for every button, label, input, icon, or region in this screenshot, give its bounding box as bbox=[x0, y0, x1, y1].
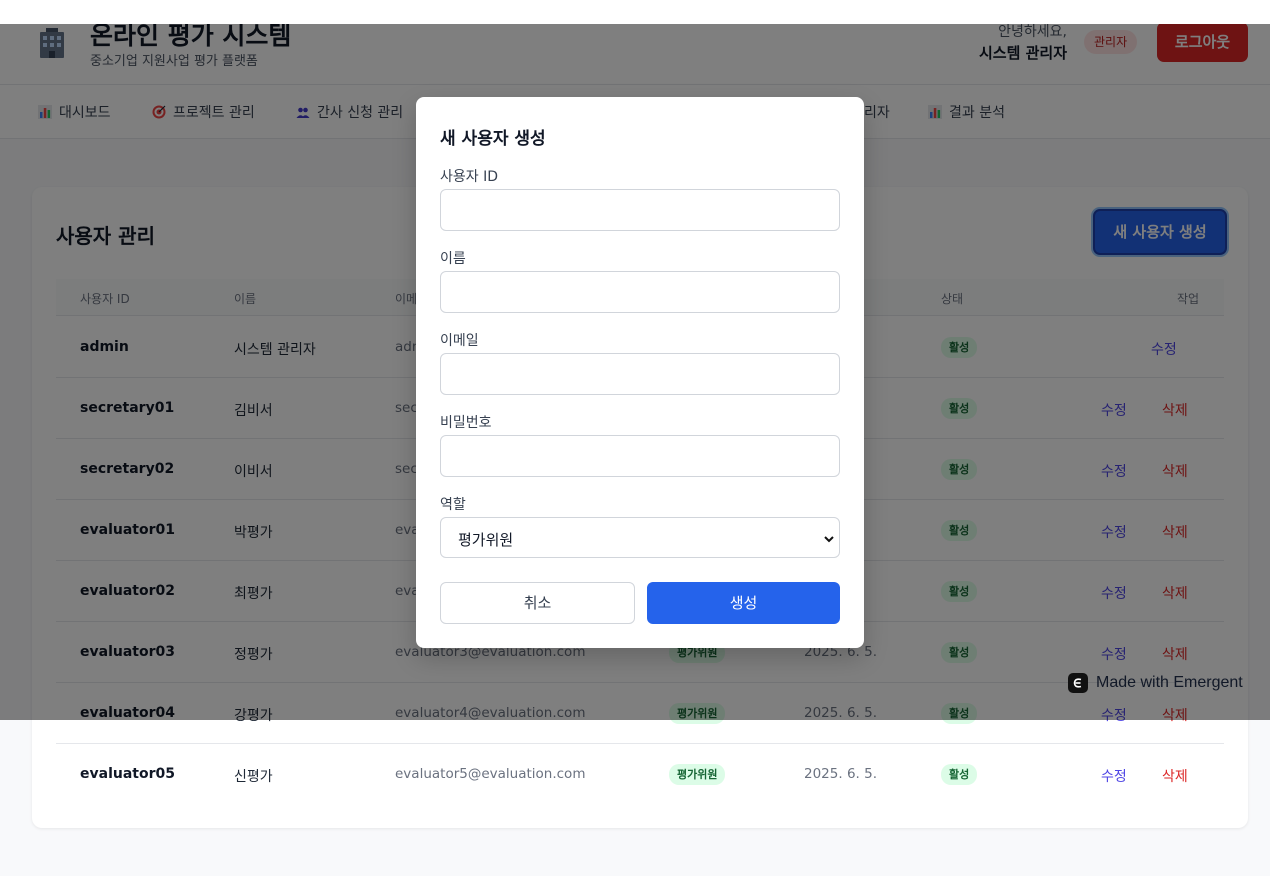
create-user-modal: 새 사용자 생성 사용자 ID 이름 이메일 비밀번호 역할 평가위원 취소 생… bbox=[416, 97, 864, 648]
table-row: evaluator05 신평가 evaluator5@evaluation.com 평… bbox=[56, 744, 1224, 805]
delete-button[interactable]: 삭제 bbox=[1162, 766, 1188, 786]
user-id-input[interactable] bbox=[440, 189, 840, 231]
name-label: 이름 bbox=[440, 251, 466, 267]
role-select-value: 평가위원 bbox=[458, 531, 514, 549]
emergent-logo-icon bbox=[1068, 673, 1088, 693]
created-date-cell: 2025. 6. 5. bbox=[804, 766, 877, 782]
email-label: 이메일 bbox=[440, 333, 479, 349]
name-input[interactable] bbox=[440, 271, 840, 313]
made-with-emergent-badge[interactable]: Made with Emergent bbox=[1068, 671, 1243, 695]
top-blank-strip bbox=[0, 0, 1270, 24]
create-button[interactable]: 생성 bbox=[647, 582, 840, 624]
modal-title: 새 사용자 생성 bbox=[440, 129, 546, 149]
password-label: 비밀번호 bbox=[440, 415, 492, 431]
emergent-badge-text: Made with Emergent bbox=[1096, 674, 1243, 691]
role-badge-cell: 평가위원 bbox=[669, 764, 726, 785]
role-label: 역할 bbox=[440, 497, 466, 513]
user-id-label: 사용자 ID bbox=[440, 169, 498, 185]
user-email-cell: evaluator5@evaluation.com bbox=[395, 766, 586, 782]
password-input[interactable] bbox=[440, 435, 840, 477]
edit-button[interactable]: 수정 bbox=[1101, 766, 1127, 786]
email-input[interactable] bbox=[440, 353, 840, 395]
user-id-cell: evaluator05 bbox=[80, 766, 175, 782]
role-select[interactable]: 평가위원 bbox=[440, 517, 840, 558]
user-name-cell: 신평가 bbox=[234, 769, 273, 785]
cancel-button[interactable]: 취소 bbox=[440, 582, 635, 624]
chevron-down-icon bbox=[824, 536, 834, 543]
status-badge: 활성 bbox=[941, 764, 978, 785]
